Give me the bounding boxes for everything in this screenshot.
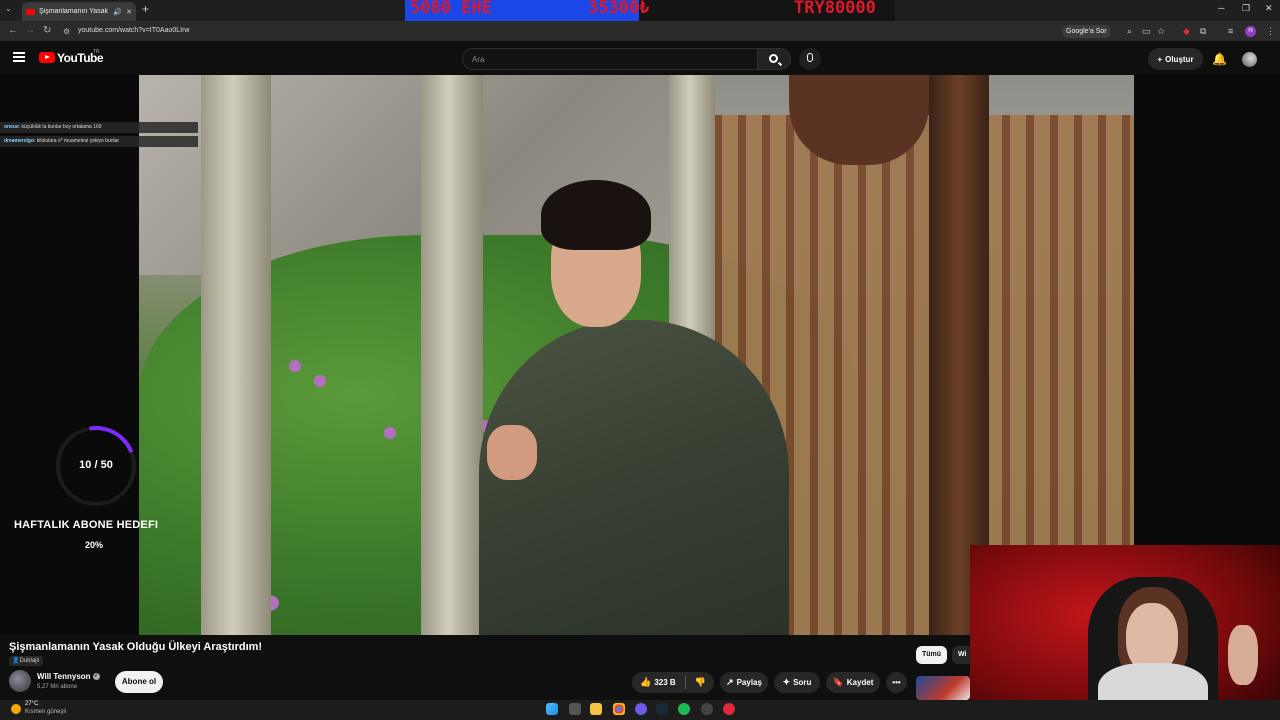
weather-sun-icon[interactable] [11,704,21,714]
streamer-webcam [970,545,1280,720]
ticker-text-mid: 35300₺ [588,0,650,18]
bookmark-icon: 🔖 [832,677,844,687]
video-bamboo-pole [421,75,483,635]
share-arrow-icon: ↗ [726,677,734,687]
chip-all[interactable]: Tümü [916,646,948,664]
media-controls-icon[interactable]: ≡ [1228,26,1233,36]
video-person-hand [487,425,537,480]
youtube-logo-icon[interactable] [39,52,55,63]
create-label: Oluştur [1165,54,1194,64]
ticker-text-left: 5080 EHE [410,0,492,18]
notifications-bell-icon[interactable]: 🔔 [1212,52,1227,66]
verified-check-icon: ✓ [92,673,100,681]
extension-icon[interactable]: ◆ [1183,26,1190,37]
obs-icon[interactable] [701,703,713,715]
search-input[interactable] [463,49,757,70]
restore-icon[interactable]: ❐ [1242,3,1250,14]
browser-menu-icon[interactable]: ⋮ [1266,26,1275,37]
save-button[interactable]: 🔖 Kaydet [826,672,880,693]
bookmark-star-icon[interactable]: ☆ [1157,26,1165,37]
goal-title: HAFTALIK ABONE HEDEFI [14,519,159,531]
site-info-icon[interactable]: ⚙ [63,27,70,36]
browser-tab-active[interactable]: Şişmanlamanın Yasak Oldu... 🔊 ✕ [22,2,136,21]
goal-percent: 20% [85,540,104,550]
video-flower [384,427,396,439]
microphone-icon [807,53,813,62]
subscriber-count: 5,27 Mn abone [37,684,78,690]
new-tab-icon[interactable]: + [142,2,149,16]
tab-search-chevron-icon[interactable]: ⌄ [5,4,12,13]
reload-icon[interactable]: ↻ [43,25,51,36]
youtube-favicon-icon [26,8,35,15]
sparkle-icon: ✦ [782,677,791,687]
thumbs-up-icon[interactable]: 👍 [640,677,651,688]
share-button[interactable]: ↗ Paylaş [720,672,768,693]
discord-icon[interactable] [635,703,647,715]
channel-avatar[interactable] [9,670,31,692]
extensions-puzzle-icon[interactable]: ⧉ [1200,26,1206,37]
video-flower [289,360,301,372]
ask-label: Soru [793,678,812,687]
like-divider [684,676,686,689]
search-button[interactable] [757,48,791,70]
chrome-icon[interactable] [613,703,625,715]
country-code: TR [93,49,100,55]
video-person-hair [541,180,651,250]
subscribe-button[interactable]: Abone ol [115,671,163,693]
tab-close-icon[interactable]: ✕ [126,8,132,16]
app-red-icon[interactable] [723,703,735,715]
back-arrow-icon[interactable]: ← [8,25,18,36]
spotify-icon[interactable] [678,703,690,715]
url-field[interactable]: youtube.com/watch?v=IT0Aao0LIrw [78,27,189,34]
more-actions-button[interactable]: ••• [886,672,907,693]
like-dislike-group: 👍 323 B 👎 [632,672,714,693]
more-dots-icon: ••• [892,678,901,687]
minimize-icon[interactable]: ─ [1218,3,1224,13]
voice-search-button[interactable] [799,48,821,70]
weather-temperature[interactable]: 27°C [25,701,38,707]
channel-name[interactable]: Will Tennyson ✓ [37,672,100,681]
hamburger-menu-icon[interactable] [13,52,25,62]
weather-description[interactable]: Kısmen güneşli [25,709,66,715]
task-view-icon[interactable] [569,703,581,715]
video-bamboo-pole [201,75,271,635]
video-person [479,180,789,635]
tab-title: Şişmanlamanın Yasak Oldu... [39,8,109,15]
save-label: Kaydet [846,678,874,687]
plus-icon: + [1157,54,1163,64]
speaker-icon[interactable]: 🔊 [113,8,122,16]
create-button[interactable]: + Oluştur [1148,48,1203,70]
chat-text: kilolulara o* muamelesi çekiyo bunlar [36,138,120,144]
dubbed-badge: 👤Dublajlı [9,656,43,666]
ticker-text-right: TRY80000 [794,0,876,18]
search-icon [769,54,778,63]
ask-button[interactable]: ✦ Soru [774,672,820,693]
thumbs-down-icon[interactable]: 👎 [695,677,706,688]
chat-message: dreamerslgo: kilolulara o* muamelesi çek… [0,136,198,147]
chat-username: oneue [4,124,19,130]
google-sor-button[interactable]: Google'a Sor [1062,25,1111,38]
file-explorer-icon[interactable] [590,703,602,715]
cast-icon[interactable]: ▭ [1142,26,1151,37]
share-label: Paylaş [736,678,762,687]
dubbed-label: Dublajlı [19,658,40,664]
video-flower [314,375,326,387]
webcam-streamer-hand [1228,625,1258,685]
recommended-thumbnail[interactable] [916,676,970,700]
chat-message: oneue: küçüklük la bunlar boy ortalama 1… [0,122,198,133]
zoom-icon[interactable]: ⌕ [1127,26,1132,37]
chat-username: dreamerslgo [4,138,35,144]
forward-arrow-icon[interactable]: → [25,25,35,36]
profile-avatar[interactable]: H [1245,26,1256,37]
search-box [462,48,758,70]
like-count[interactable]: 323 B [654,678,675,687]
steam-icon[interactable] [656,703,668,715]
video-title: Şişmanlamanın Yasak Olduğu Ülkeyi Araştı… [9,641,263,653]
windows-start-icon[interactable] [546,703,558,715]
account-avatar[interactable] [1242,52,1257,67]
channel-name-text[interactable]: Will Tennyson [37,672,91,681]
window-close-icon[interactable]: ✕ [1265,3,1273,14]
chat-text: küçüklük la bunlar boy ortalama 169 [21,124,102,130]
goal-count: 10 / 50 [79,459,113,471]
